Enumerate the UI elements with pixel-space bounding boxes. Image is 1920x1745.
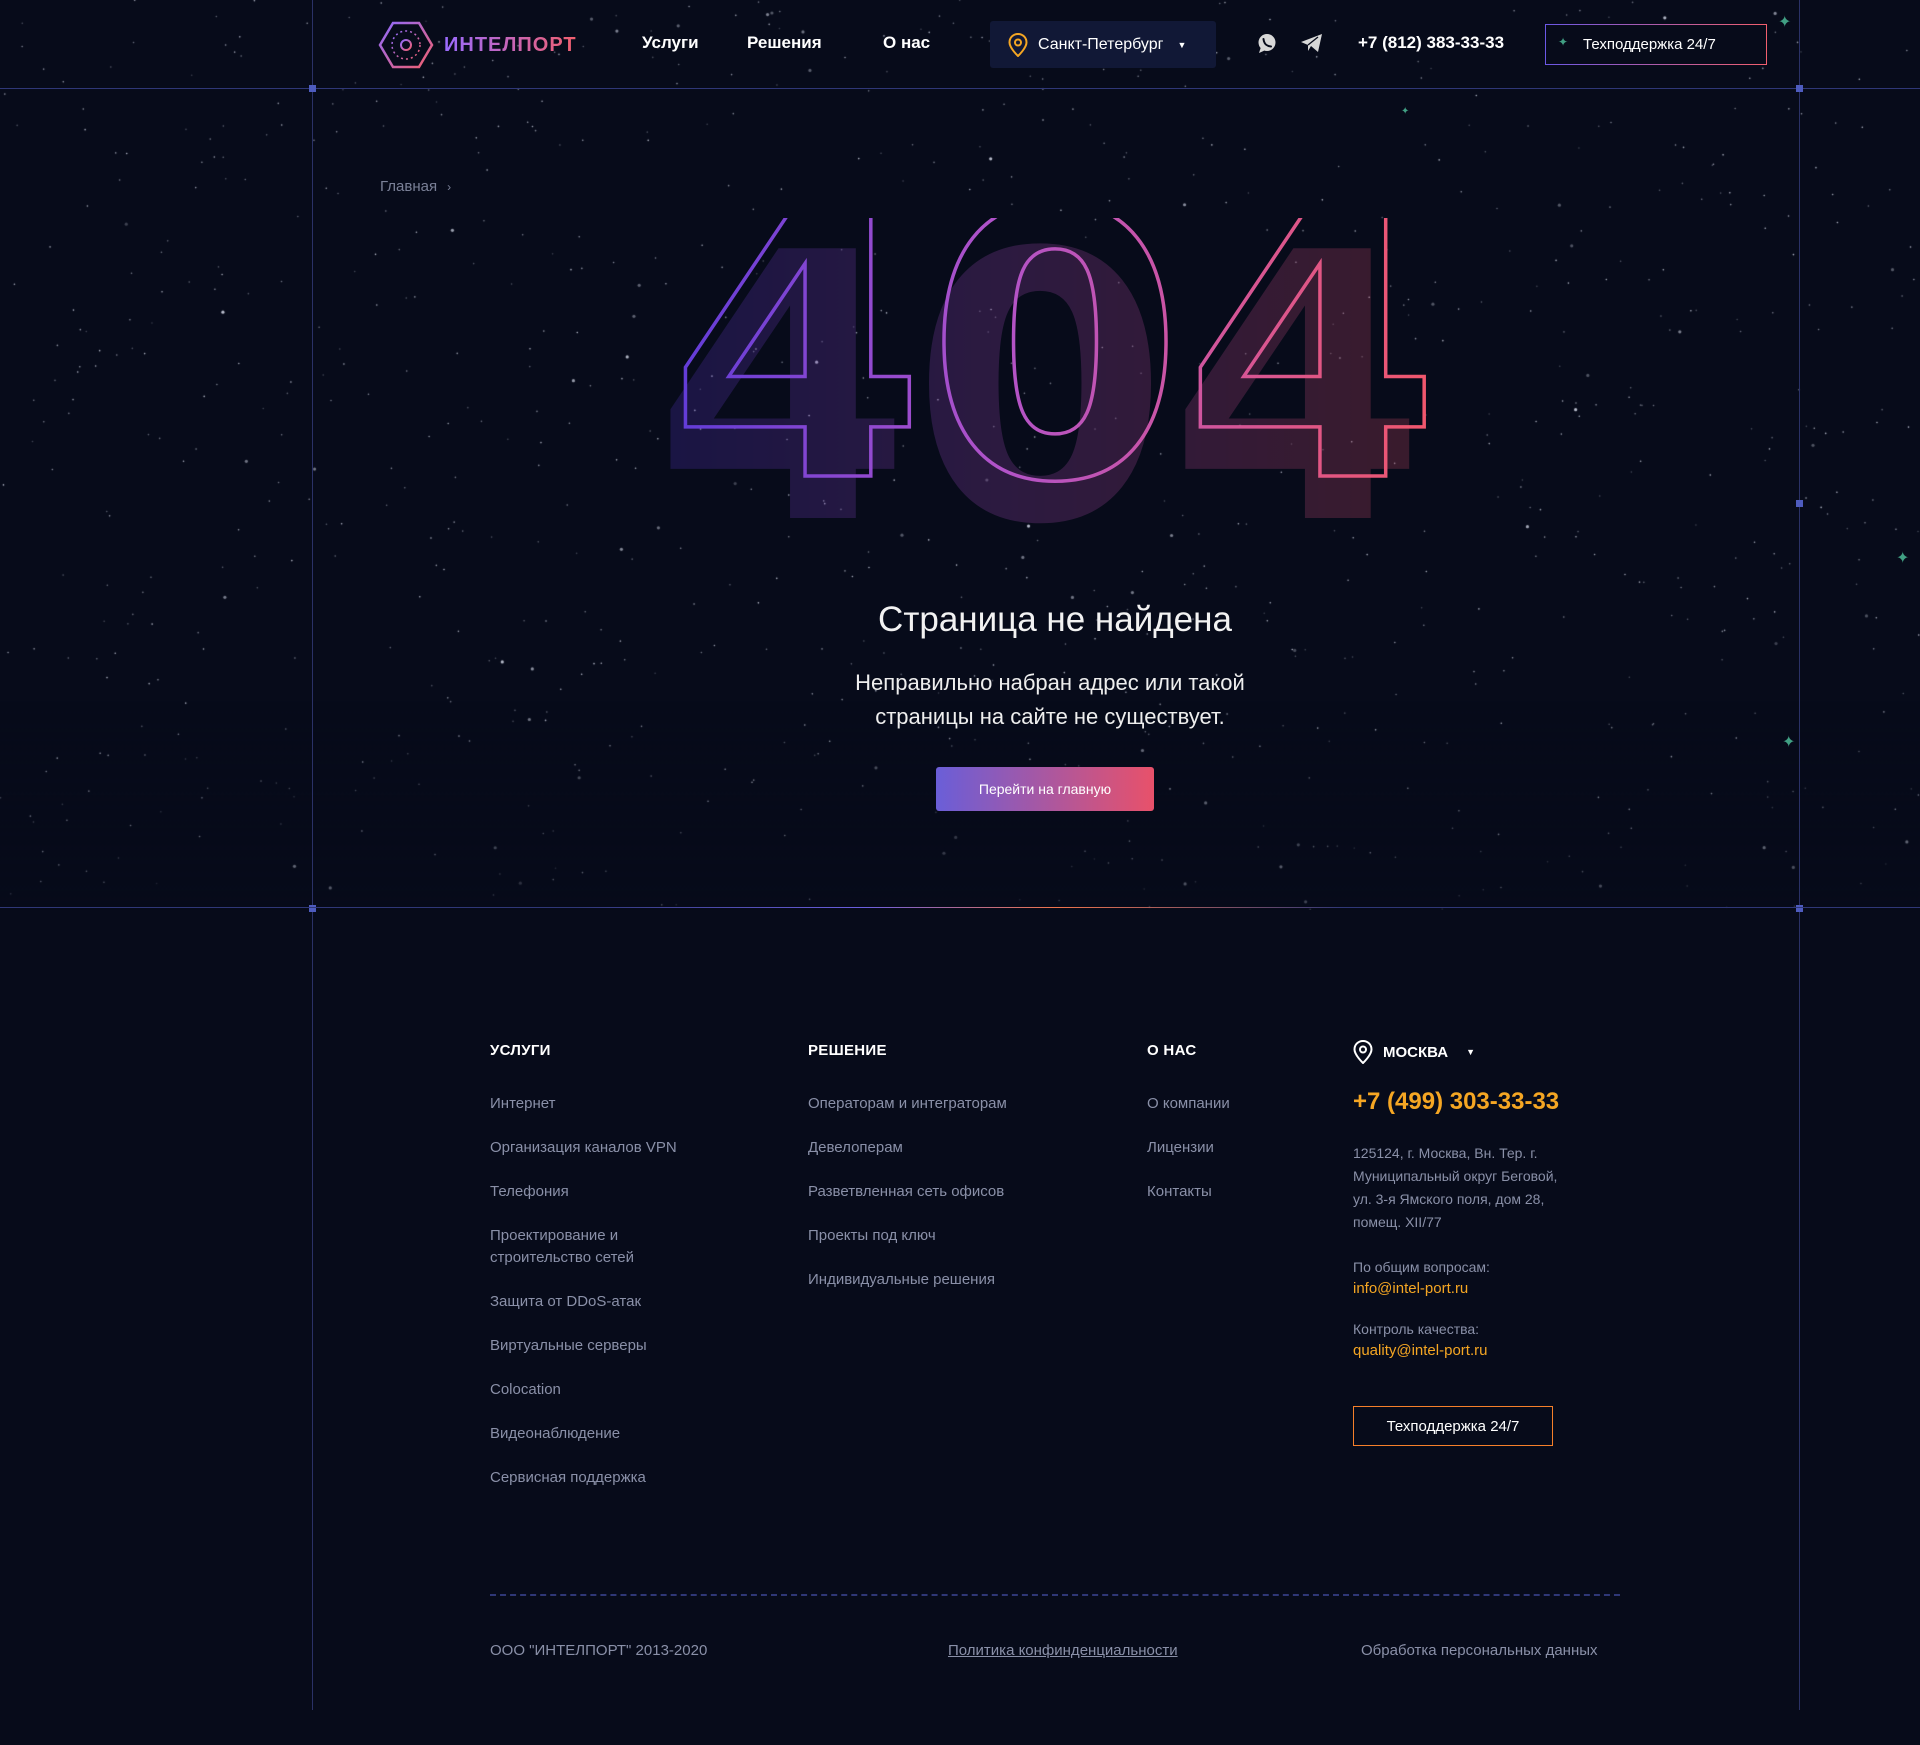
grid-line-header: [0, 88, 1920, 89]
footer-link[interactable]: Интернет: [490, 1093, 750, 1115]
sparkle-icon: ✦: [1558, 35, 1569, 49]
personal-data-link[interactable]: Обработка персональных данных: [1361, 1642, 1598, 1659]
go-home-button[interactable]: Перейти на главную: [936, 767, 1154, 811]
header-phone[interactable]: +7 (812) 383-33-33: [1358, 33, 1504, 53]
error-code: 404: [669, 218, 1430, 558]
city-label: Санкт-Петербург: [1038, 35, 1164, 53]
footer-link[interactable]: Операторам и интеграторам: [808, 1093, 1108, 1115]
grid-line-left: [312, 0, 313, 1710]
footer-link[interactable]: Разветвленная сеть офисов: [808, 1181, 1108, 1203]
grid-line-right: [1799, 0, 1800, 1710]
logo-text: ИНТЕЛПОРТ: [444, 33, 577, 56]
footer-dashed-divider: [490, 1594, 1620, 1596]
grid-node: [1796, 500, 1803, 507]
nav-item-about[interactable]: О нас: [883, 33, 930, 53]
footer-link[interactable]: Лицензии: [1147, 1137, 1307, 1159]
sparkle-icon: ✦: [1401, 106, 1410, 117]
copyright: ООО "ИНТЕЛПОРТ" 2013-2020: [490, 1642, 708, 1659]
footer-support-button[interactable]: Техподдержка 24/7: [1353, 1406, 1553, 1446]
general-email-link[interactable]: info@intel-port.ru: [1353, 1278, 1633, 1300]
quality-control-label: Контроль качества:: [1353, 1321, 1480, 1337]
footer-heading: УСЛУГИ: [490, 1042, 551, 1059]
footer-heading: О НАС: [1147, 1042, 1197, 1059]
address-line: Муниципальный округ Беговой,: [1353, 1168, 1558, 1184]
sparkle-icon: ✦: [1782, 732, 1796, 751]
footer-link[interactable]: Colocation: [490, 1379, 750, 1401]
whatsapp-icon[interactable]: [1256, 32, 1278, 59]
footer-link[interactable]: Проектирование и строительство сетей: [490, 1225, 670, 1269]
footer-link[interactable]: О компании: [1147, 1093, 1307, 1115]
footer-link[interactable]: Проекты под ключ: [808, 1225, 1108, 1247]
footer-solutions-column: РЕШЕНИЕ Операторам и интеграторам Девело…: [808, 1042, 1108, 1313]
footer-heading: РЕШЕНИЕ: [808, 1042, 887, 1059]
chevron-right-icon: ›: [447, 180, 452, 194]
general-questions-label: По общим вопросам:: [1353, 1259, 1490, 1275]
footer-city-label: МОСКВА: [1383, 1043, 1449, 1061]
footer-link[interactable]: Виртуальные серверы: [490, 1335, 750, 1357]
error-title: Страница не найдена: [878, 600, 1232, 639]
site-header: ИНТЕЛПОРТ Услуги Решения О нас Санкт-Пет…: [0, 0, 1920, 88]
breadcrumb-home[interactable]: Главная: [380, 178, 437, 195]
footer-about-column: О НАС О компании Лицензии Контакты: [1147, 1042, 1307, 1225]
footer-contacts-column: МОСКВА ▼ +7 (499) 303-33-33 125124, г. М…: [1353, 1040, 1633, 1446]
error-subtitle: Неправильно набран адрес или такой стран…: [785, 666, 1315, 734]
city-selector[interactable]: Санкт-Петербург ▼: [990, 21, 1216, 68]
footer-link[interactable]: Контакты: [1147, 1181, 1307, 1203]
footer-divider-line: [0, 907, 1920, 908]
breadcrumb: Главная ›: [380, 178, 451, 195]
address-line: ул. 3-я Ямского поля, дом 28,: [1353, 1191, 1545, 1207]
location-pin-icon: [1353, 1040, 1373, 1064]
footer-address: 125124, г. Москва, Вн. Тер. г. Муниципал…: [1353, 1142, 1633, 1234]
address-line: 125124, г. Москва, Вн. Тер. г.: [1353, 1145, 1538, 1161]
footer-phone[interactable]: +7 (499) 303-33-33: [1353, 1088, 1633, 1116]
address-line: помещ. XII/77: [1353, 1214, 1442, 1230]
error-code-graphic: 404 404: [654, 218, 1430, 558]
footer-link[interactable]: Видеонаблюдение: [490, 1423, 750, 1445]
caret-down-icon: ▼: [1177, 39, 1187, 50]
quality-email-link[interactable]: quality@intel-port.ru: [1353, 1340, 1633, 1362]
logo-icon: [378, 21, 434, 69]
sparkle-icon: ✦: [1896, 548, 1910, 567]
footer-services-column: УСЛУГИ Интернет Организация каналов VPN …: [490, 1042, 750, 1511]
nav-item-solutions[interactable]: Решения: [747, 33, 822, 53]
error-subtitle-line: страницы на сайте не существует.: [875, 704, 1225, 729]
nav-item-services[interactable]: Услуги: [642, 33, 699, 53]
error-subtitle-line: Неправильно набран адрес или такой: [855, 670, 1245, 695]
footer-link[interactable]: Сервисная поддержка: [490, 1467, 750, 1489]
footer-link[interactable]: Девелоперам: [808, 1137, 1108, 1159]
footer-link[interactable]: Индивидуальные решения: [808, 1269, 1108, 1291]
footer-link[interactable]: Организация каналов VPN: [490, 1137, 750, 1159]
footer-link[interactable]: Телефония: [490, 1181, 750, 1203]
location-pin-icon: [1008, 32, 1028, 57]
footer-link[interactable]: Защита от DDoS-атак: [490, 1291, 750, 1313]
logo[interactable]: ИНТЕЛПОРТ: [378, 20, 577, 70]
telegram-icon[interactable]: [1300, 32, 1324, 59]
footer-city-selector[interactable]: МОСКВА ▼: [1353, 1040, 1633, 1064]
support-button-label: Техподдержка 24/7: [1583, 36, 1716, 53]
support-button[interactable]: ✦ Техподдержка 24/7: [1545, 24, 1767, 65]
caret-down-icon: ▼: [1466, 1047, 1475, 1057]
privacy-policy-link[interactable]: Политика конфинденциальности: [948, 1642, 1178, 1659]
